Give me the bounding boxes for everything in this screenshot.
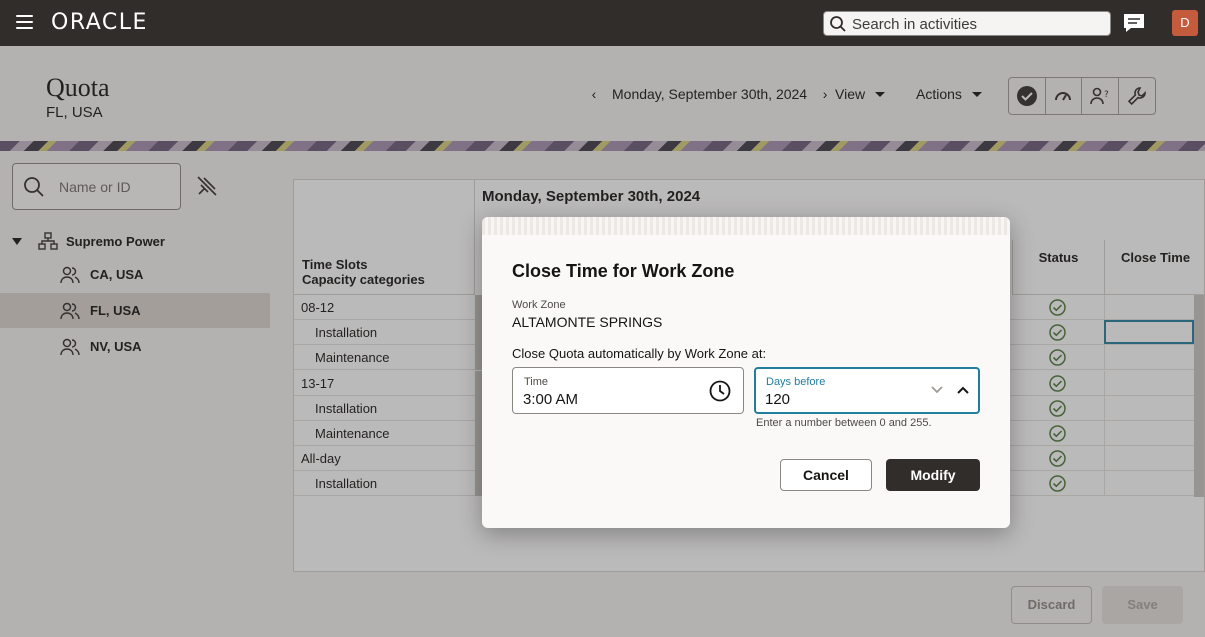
hamburger-menu-icon[interactable] <box>16 15 33 29</box>
work-zone-caption: Work Zone <box>512 299 566 311</box>
time-field[interactable]: Time <box>512 367 744 414</box>
modify-button[interactable]: Modify <box>886 459 980 491</box>
chat-icon[interactable] <box>1122 12 1146 34</box>
user-avatar[interactable]: D <box>1172 10 1198 36</box>
close-time-dialog: Close Time for Work Zone Work Zone ALTAM… <box>482 217 1010 528</box>
close-quota-instruction: Close Quota automatically by Work Zone a… <box>512 346 767 361</box>
search-icon <box>830 16 846 32</box>
work-zone-value: ALTAMONTE SPRINGS <box>512 314 663 330</box>
days-before-input[interactable] <box>765 390 915 408</box>
decrement-chevron-down-icon[interactable] <box>930 383 944 397</box>
top-bar: ORACLE D <box>0 0 1205 46</box>
cancel-button[interactable]: Cancel <box>780 459 872 491</box>
days-before-caption: Days before <box>766 376 826 388</box>
dialog-header-pattern <box>482 217 1010 235</box>
activity-search-input[interactable] <box>852 14 1102 34</box>
oracle-logo: ORACLE <box>51 10 148 35</box>
time-caption: Time <box>524 376 549 388</box>
increment-chevron-up-icon[interactable] <box>956 383 970 397</box>
days-before-field[interactable]: Days before <box>754 367 980 414</box>
activity-search-box[interactable] <box>823 11 1111 36</box>
clock-icon[interactable] <box>709 380 731 402</box>
time-input[interactable] <box>523 390 693 408</box>
dialog-title: Close Time for Work Zone <box>512 261 735 281</box>
days-before-hint: Enter a number between 0 and 255. <box>756 417 932 429</box>
